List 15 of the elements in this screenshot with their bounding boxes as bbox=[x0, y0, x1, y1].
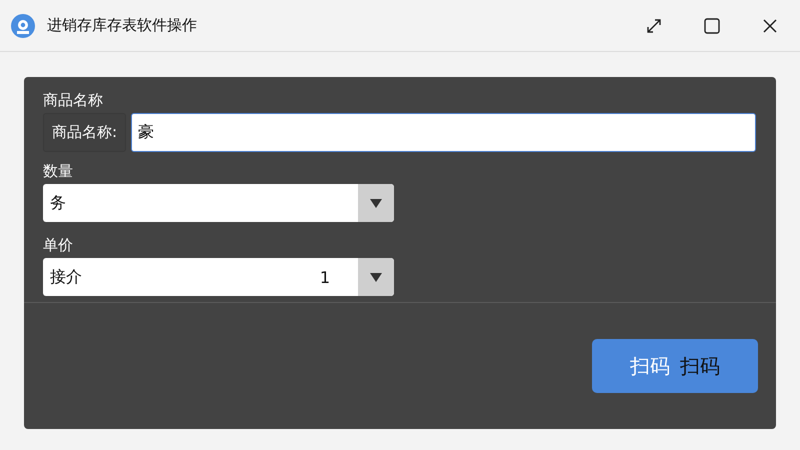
resize-icon[interactable] bbox=[646, 18, 662, 34]
quantity-dropdown[interactable]: 务 bbox=[43, 184, 394, 222]
caret-icon bbox=[370, 272, 382, 282]
name-input-field[interactable]: 豪 bbox=[131, 113, 756, 152]
price-dropdown[interactable]: 接介 1 bbox=[43, 258, 394, 296]
maximize-icon[interactable] bbox=[704, 18, 720, 34]
field-label: 商品名称: bbox=[43, 113, 126, 152]
scan-button[interactable]: 扫码 扫码 bbox=[592, 339, 758, 393]
caret-icon bbox=[370, 198, 382, 208]
close-icon[interactable] bbox=[762, 18, 778, 34]
window-title: 进销存库存表软件操作 bbox=[47, 16, 197, 35]
field-heading: 商品名称 bbox=[43, 90, 103, 111]
field-heading: 数量 bbox=[43, 161, 73, 182]
app-logo-icon bbox=[11, 14, 35, 38]
field-heading: 单价 bbox=[43, 235, 73, 256]
